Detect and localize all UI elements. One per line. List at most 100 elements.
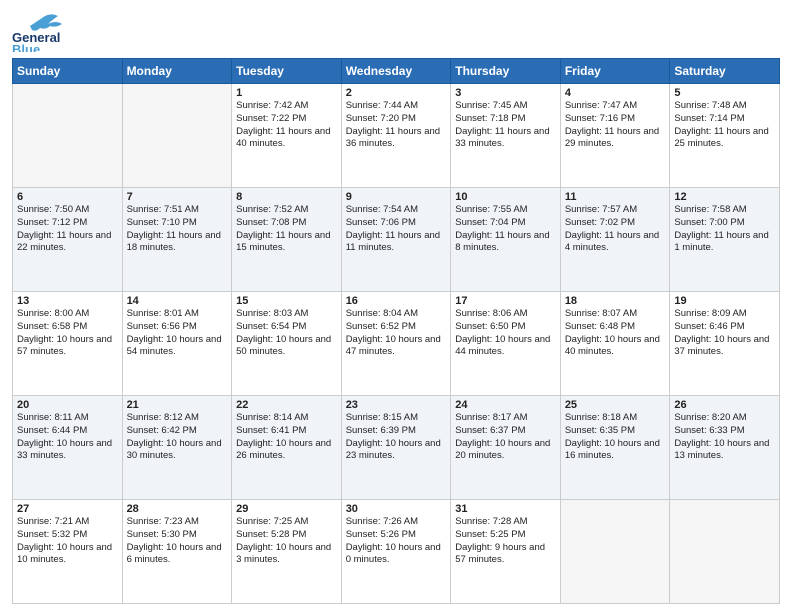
day-number: 2 [346,87,447,99]
day-number: 19 [674,295,775,307]
calendar-day-cell: 11Sunrise: 7:57 AMSunset: 7:02 PMDayligh… [560,188,670,292]
day-info: Sunrise: 8:01 AMSunset: 6:56 PMDaylight:… [127,308,228,359]
day-info: Sunrise: 7:48 AMSunset: 7:14 PMDaylight:… [674,100,775,151]
day-info: Sunrise: 7:28 AMSunset: 5:25 PMDaylight:… [455,516,556,567]
calendar-day-cell: 21Sunrise: 8:12 AMSunset: 6:42 PMDayligh… [122,396,232,500]
calendar-day-header: Sunday [13,59,123,84]
calendar-day-header: Wednesday [341,59,451,84]
day-info: Sunrise: 8:15 AMSunset: 6:39 PMDaylight:… [346,412,447,463]
calendar-day-header: Monday [122,59,232,84]
header: General Blue [12,10,780,52]
day-number: 27 [17,503,118,515]
calendar-day-cell: 5Sunrise: 7:48 AMSunset: 7:14 PMDaylight… [670,84,780,188]
calendar-day-cell: 20Sunrise: 8:11 AMSunset: 6:44 PMDayligh… [13,396,123,500]
day-number: 23 [346,399,447,411]
day-number: 10 [455,191,556,203]
calendar-day-cell: 13Sunrise: 8:00 AMSunset: 6:58 PMDayligh… [13,292,123,396]
day-number: 4 [565,87,666,99]
calendar-day-header: Friday [560,59,670,84]
calendar-day-cell [122,84,232,188]
calendar-header-row: SundayMondayTuesdayWednesdayThursdayFrid… [13,59,780,84]
calendar-day-header: Tuesday [232,59,342,84]
day-info: Sunrise: 7:25 AMSunset: 5:28 PMDaylight:… [236,516,337,567]
day-info: Sunrise: 8:20 AMSunset: 6:33 PMDaylight:… [674,412,775,463]
calendar-day-cell: 12Sunrise: 7:58 AMSunset: 7:00 PMDayligh… [670,188,780,292]
day-info: Sunrise: 8:07 AMSunset: 6:48 PMDaylight:… [565,308,666,359]
calendar-day-header: Thursday [451,59,561,84]
day-info: Sunrise: 7:52 AMSunset: 7:08 PMDaylight:… [236,204,337,255]
day-info: Sunrise: 8:18 AMSunset: 6:35 PMDaylight:… [565,412,666,463]
calendar-day-cell: 27Sunrise: 7:21 AMSunset: 5:32 PMDayligh… [13,500,123,604]
calendar-day-cell: 24Sunrise: 8:17 AMSunset: 6:37 PMDayligh… [451,396,561,500]
calendar-day-cell: 15Sunrise: 8:03 AMSunset: 6:54 PMDayligh… [232,292,342,396]
calendar-day-cell: 3Sunrise: 7:45 AMSunset: 7:18 PMDaylight… [451,84,561,188]
calendar-day-cell: 8Sunrise: 7:52 AMSunset: 7:08 PMDaylight… [232,188,342,292]
svg-text:Blue: Blue [12,42,40,52]
day-number: 22 [236,399,337,411]
calendar-day-cell: 31Sunrise: 7:28 AMSunset: 5:25 PMDayligh… [451,500,561,604]
day-info: Sunrise: 8:03 AMSunset: 6:54 PMDaylight:… [236,308,337,359]
day-number: 20 [17,399,118,411]
calendar-day-cell: 22Sunrise: 8:14 AMSunset: 6:41 PMDayligh… [232,396,342,500]
day-info: Sunrise: 7:23 AMSunset: 5:30 PMDaylight:… [127,516,228,567]
calendar-week-row: 1Sunrise: 7:42 AMSunset: 7:22 PMDaylight… [13,84,780,188]
calendar-day-cell: 2Sunrise: 7:44 AMSunset: 7:20 PMDaylight… [341,84,451,188]
logo-icon: General Blue [12,10,64,52]
day-info: Sunrise: 7:42 AMSunset: 7:22 PMDaylight:… [236,100,337,151]
calendar-table: SundayMondayTuesdayWednesdayThursdayFrid… [12,58,780,604]
calendar-day-cell [13,84,123,188]
day-number: 1 [236,87,337,99]
day-info: Sunrise: 8:12 AMSunset: 6:42 PMDaylight:… [127,412,228,463]
day-info: Sunrise: 8:11 AMSunset: 6:44 PMDaylight:… [17,412,118,463]
day-info: Sunrise: 8:14 AMSunset: 6:41 PMDaylight:… [236,412,337,463]
day-number: 14 [127,295,228,307]
day-number: 31 [455,503,556,515]
day-number: 26 [674,399,775,411]
logo: General Blue [12,10,64,52]
day-info: Sunrise: 8:00 AMSunset: 6:58 PMDaylight:… [17,308,118,359]
calendar-day-cell: 9Sunrise: 7:54 AMSunset: 7:06 PMDaylight… [341,188,451,292]
day-number: 7 [127,191,228,203]
calendar-day-cell: 18Sunrise: 8:07 AMSunset: 6:48 PMDayligh… [560,292,670,396]
day-info: Sunrise: 7:58 AMSunset: 7:00 PMDaylight:… [674,204,775,255]
day-info: Sunrise: 8:17 AMSunset: 6:37 PMDaylight:… [455,412,556,463]
calendar-day-cell: 7Sunrise: 7:51 AMSunset: 7:10 PMDaylight… [122,188,232,292]
day-info: Sunrise: 7:51 AMSunset: 7:10 PMDaylight:… [127,204,228,255]
day-number: 24 [455,399,556,411]
day-number: 13 [17,295,118,307]
page: General Blue SundayMondayTuesdayWednesda… [0,0,792,612]
calendar-day-header: Saturday [670,59,780,84]
day-info: Sunrise: 8:04 AMSunset: 6:52 PMDaylight:… [346,308,447,359]
day-number: 3 [455,87,556,99]
calendar-day-cell [670,500,780,604]
day-info: Sunrise: 7:21 AMSunset: 5:32 PMDaylight:… [17,516,118,567]
day-number: 30 [346,503,447,515]
day-number: 12 [674,191,775,203]
day-info: Sunrise: 8:09 AMSunset: 6:46 PMDaylight:… [674,308,775,359]
day-number: 17 [455,295,556,307]
calendar-day-cell: 1Sunrise: 7:42 AMSunset: 7:22 PMDaylight… [232,84,342,188]
day-number: 16 [346,295,447,307]
calendar-day-cell: 14Sunrise: 8:01 AMSunset: 6:56 PMDayligh… [122,292,232,396]
calendar-week-row: 27Sunrise: 7:21 AMSunset: 5:32 PMDayligh… [13,500,780,604]
calendar-day-cell: 17Sunrise: 8:06 AMSunset: 6:50 PMDayligh… [451,292,561,396]
day-number: 6 [17,191,118,203]
day-number: 8 [236,191,337,203]
day-number: 5 [674,87,775,99]
day-info: Sunrise: 7:44 AMSunset: 7:20 PMDaylight:… [346,100,447,151]
day-number: 15 [236,295,337,307]
day-number: 11 [565,191,666,203]
day-number: 25 [565,399,666,411]
calendar-day-cell: 23Sunrise: 8:15 AMSunset: 6:39 PMDayligh… [341,396,451,500]
day-info: Sunrise: 7:54 AMSunset: 7:06 PMDaylight:… [346,204,447,255]
calendar-week-row: 13Sunrise: 8:00 AMSunset: 6:58 PMDayligh… [13,292,780,396]
calendar-week-row: 6Sunrise: 7:50 AMSunset: 7:12 PMDaylight… [13,188,780,292]
calendar-day-cell: 30Sunrise: 7:26 AMSunset: 5:26 PMDayligh… [341,500,451,604]
day-number: 9 [346,191,447,203]
day-info: Sunrise: 7:55 AMSunset: 7:04 PMDaylight:… [455,204,556,255]
day-info: Sunrise: 7:50 AMSunset: 7:12 PMDaylight:… [17,204,118,255]
day-info: Sunrise: 7:57 AMSunset: 7:02 PMDaylight:… [565,204,666,255]
calendar-day-cell: 28Sunrise: 7:23 AMSunset: 5:30 PMDayligh… [122,500,232,604]
calendar-day-cell: 29Sunrise: 7:25 AMSunset: 5:28 PMDayligh… [232,500,342,604]
calendar-day-cell: 19Sunrise: 8:09 AMSunset: 6:46 PMDayligh… [670,292,780,396]
